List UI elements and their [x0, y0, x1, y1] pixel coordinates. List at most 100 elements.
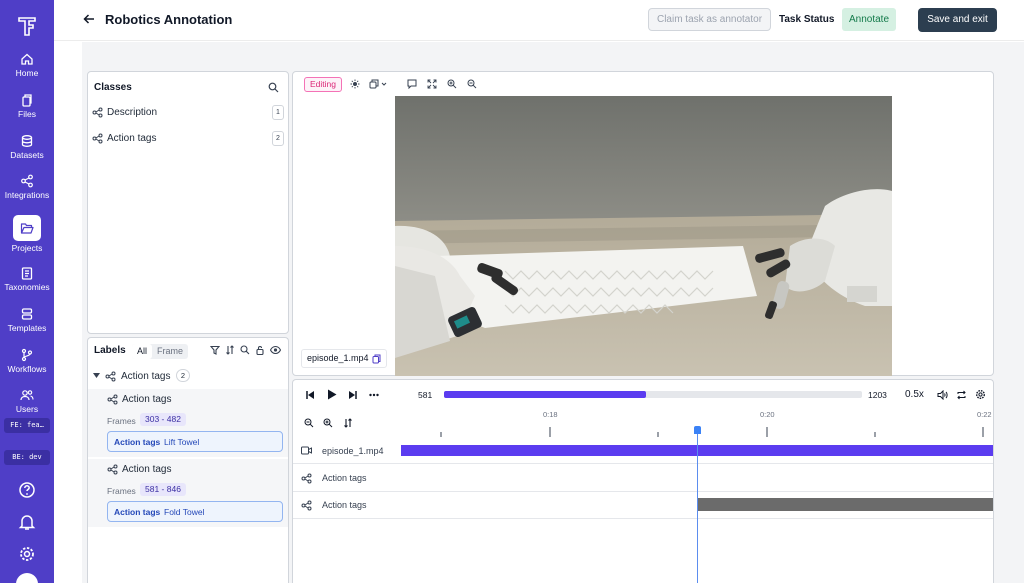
timeline-panel: 581 1203 0.5x 0:18 0:20 0:22 episode_1.m…: [292, 379, 994, 583]
class-nodes-icon: [107, 394, 118, 405]
search-icon[interactable]: [240, 345, 250, 355]
sidebar-item-projects[interactable]: Projects: [0, 215, 54, 255]
claim-task-button[interactable]: Claim task as annotator: [648, 8, 771, 31]
class-item-action-tags[interactable]: Action tags 2: [92, 130, 284, 148]
total-frames: 1203: [868, 390, 887, 400]
frames-label: Frames: [107, 416, 136, 426]
class-count: 2: [272, 131, 284, 146]
settings-gear-icon[interactable]: [975, 389, 986, 400]
sidebar-item-home[interactable]: Home: [0, 52, 54, 92]
playback-speed[interactable]: 0.5x: [905, 389, 924, 400]
sidebar-active-indicator: [13, 215, 41, 241]
playback-progress-track[interactable]: [444, 391, 862, 398]
timeline-row-action-tags: Action tags: [293, 493, 993, 519]
frames-range: 581 - 846: [140, 483, 186, 496]
fullscreen-icon[interactable]: [427, 79, 437, 89]
zoom-out-icon[interactable]: [304, 418, 314, 428]
time-tick-label: 0:20: [760, 410, 775, 419]
back-arrow-icon[interactable]: [82, 12, 96, 26]
file-name: episode_1.mp4: [307, 353, 369, 363]
tag-value: Lift Towel: [164, 437, 200, 447]
sort-icon[interactable]: [225, 345, 235, 355]
folder-open-icon: [20, 223, 34, 234]
class-nodes-icon: [107, 464, 118, 475]
playhead-handle[interactable]: [694, 426, 701, 434]
sidebar-item-datasets[interactable]: Datasets: [0, 134, 54, 174]
sidebar-item-label: Integrations: [4, 190, 50, 200]
zoom-out-icon[interactable]: [467, 79, 477, 89]
tag-value: Fold Towel: [164, 507, 205, 517]
home-icon: [21, 53, 33, 65]
filter-all-button[interactable]: All: [132, 344, 153, 359]
playhead-line: [697, 432, 698, 583]
skip-forward-icon[interactable]: [348, 390, 358, 400]
filter-icon[interactable]: [210, 345, 220, 355]
layer-select-icon[interactable]: [369, 79, 387, 89]
class-nodes-icon: [92, 107, 103, 118]
tag-chip[interactable]: Action tags Fold Towel: [107, 501, 283, 522]
frames-label: Frames: [107, 486, 136, 496]
app-logo-icon[interactable]: [15, 14, 39, 38]
frontend-env-badge: FE: fea…: [4, 418, 50, 433]
zoom-in-icon[interactable]: [323, 418, 333, 428]
sidebar-item-label: Users: [15, 404, 39, 414]
class-nodes-icon: [301, 500, 312, 511]
sort-rows-icon[interactable]: [343, 418, 353, 428]
class-label: Action tags: [107, 133, 157, 144]
sidebar-item-taxonomies[interactable]: Taxonomies: [0, 266, 54, 306]
volume-icon[interactable]: [937, 390, 948, 400]
notification-bell-icon[interactable]: [17, 512, 37, 532]
stack-icon: [21, 308, 33, 320]
sidebar-item-templates[interactable]: Templates: [0, 307, 54, 347]
filter-frame-button[interactable]: Frame: [152, 344, 188, 359]
action-tag-segment[interactable]: [698, 498, 993, 511]
label-entry-title: Action tags: [122, 394, 172, 405]
tag-key: Action tags: [114, 507, 161, 517]
eye-icon[interactable]: [270, 345, 281, 355]
save-and-exit-button[interactable]: Save and exit: [918, 8, 997, 32]
comment-icon[interactable]: [407, 79, 417, 89]
sidebar-item-files[interactable]: Files: [0, 93, 54, 133]
label-entry[interactable]: Action tags Frames 581 - 846 Action tags…: [88, 459, 288, 527]
labels-filter-toggle: All Frame: [132, 344, 189, 359]
copy-icon[interactable]: [372, 354, 381, 364]
task-status-badge: Annotate: [842, 8, 896, 31]
playback-progress-fill: [444, 391, 646, 398]
sidebar-item-label: Datasets: [10, 150, 44, 160]
label-entry-title: Action tags: [122, 464, 172, 475]
tag-key: Action tags: [114, 437, 161, 447]
caret-down-icon[interactable]: [93, 373, 100, 379]
settings-gear-icon[interactable]: [17, 544, 37, 564]
tag-chip[interactable]: Action tags Lift Towel: [107, 431, 283, 452]
video-frame-image: [395, 96, 892, 376]
loop-icon[interactable]: [956, 390, 967, 400]
search-icon[interactable]: [268, 82, 279, 93]
labels-panel: Labels All Frame Action tags 2 Action ta…: [87, 337, 289, 583]
video-frame[interactable]: [395, 96, 892, 376]
brightness-icon[interactable]: [350, 79, 360, 89]
zoom-in-icon[interactable]: [447, 79, 457, 89]
video-viewer-panel: Editing episode_1.mp4: [292, 71, 994, 376]
user-avatar[interactable]: [16, 573, 38, 583]
sidebar-item-label: Workflows: [7, 364, 47, 374]
class-count: 1: [272, 105, 284, 120]
lock-icon[interactable]: [255, 345, 265, 355]
file-name-chip[interactable]: episode_1.mp4: [301, 349, 387, 368]
sidebar-item-workflows[interactable]: Workflows: [0, 348, 54, 388]
class-label: Description: [107, 107, 158, 118]
skip-back-icon[interactable]: [305, 390, 315, 400]
clipboard-icon: [21, 267, 33, 280]
timeline-row-label: Action tags: [322, 473, 367, 483]
label-entry[interactable]: Action tags Frames 303 - 482 Action tags…: [88, 389, 288, 457]
users-icon: [20, 390, 34, 401]
class-item-description[interactable]: Description 1: [92, 104, 284, 122]
database-icon: [21, 135, 33, 147]
more-options-icon[interactable]: [369, 393, 379, 397]
labels-group-action-tags[interactable]: Action tags 2: [88, 366, 288, 386]
sidebar-item-integrations[interactable]: Integrations: [0, 174, 54, 214]
editing-mode-badge[interactable]: Editing: [304, 77, 342, 92]
help-icon[interactable]: [17, 480, 37, 500]
classes-panel: Classes Description 1 Action tags 2: [87, 71, 289, 334]
sidebar-item-label: Projects: [11, 243, 43, 253]
play-icon[interactable]: [327, 389, 337, 400]
